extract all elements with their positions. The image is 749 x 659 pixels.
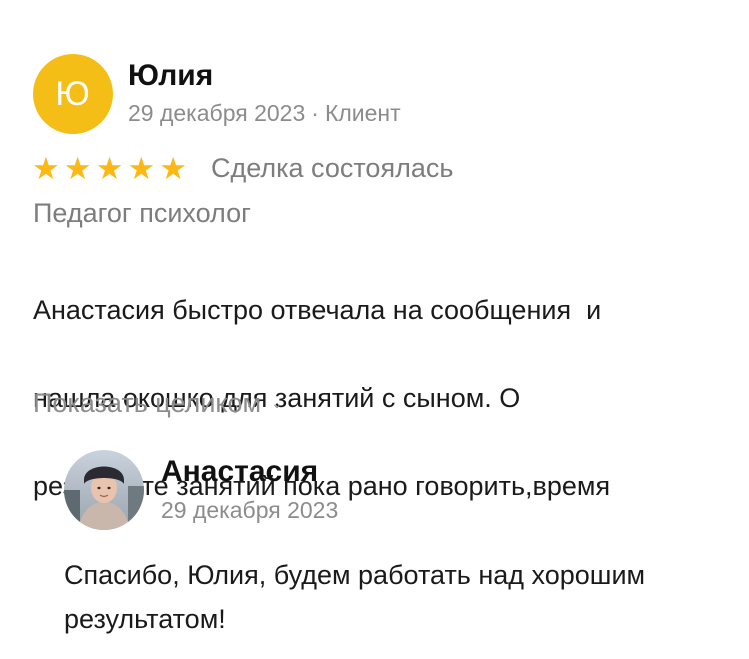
review-meta: 29 декабря 2023 · Клиент — [128, 100, 401, 127]
show-more-label: Показать целиком — [33, 388, 262, 418]
reply-text: Спасибо, Юлия, будем работать над хороши… — [64, 560, 646, 634]
service-name: Педагог психолог — [33, 198, 251, 228]
star-icon: ★ — [63, 151, 92, 186]
person-photo-icon — [64, 450, 144, 530]
deal-status: Сделка состоялась — [211, 153, 454, 183]
review-date: 29 декабря 2023 — [128, 100, 306, 126]
star-icon: ★ — [95, 151, 124, 186]
reply-avatar[interactable] — [64, 450, 144, 530]
reply-author-name[interactable]: Анастасия — [161, 455, 318, 489]
star-icon: ★ — [127, 151, 156, 186]
review-text-line: Анастасия быстро отвечала на сообщения и — [33, 295, 602, 325]
avatar-letter: Ю — [55, 74, 91, 113]
star-icon: ★ — [159, 151, 187, 186]
reply-date: 29 декабря 2023 — [161, 497, 339, 523]
review-author-name[interactable]: Юлия — [128, 59, 213, 93]
separator-dot: · — [311, 100, 319, 126]
avatar[interactable]: Ю — [33, 54, 113, 134]
show-more-link[interactable]: Показать целиком ⌄ — [33, 388, 283, 419]
chevron-down-icon: ⌄ — [271, 395, 283, 411]
star-icon: ★ — [32, 151, 60, 186]
rating-stars: ★ ★ ★ ★ ★ — [32, 151, 187, 187]
review-card: Ю Юлия 29 декабря 2023 · Клиент ★ ★ ★ ★ ★ … — [0, 0, 749, 659]
review-role: Клиент — [324, 100, 401, 126]
